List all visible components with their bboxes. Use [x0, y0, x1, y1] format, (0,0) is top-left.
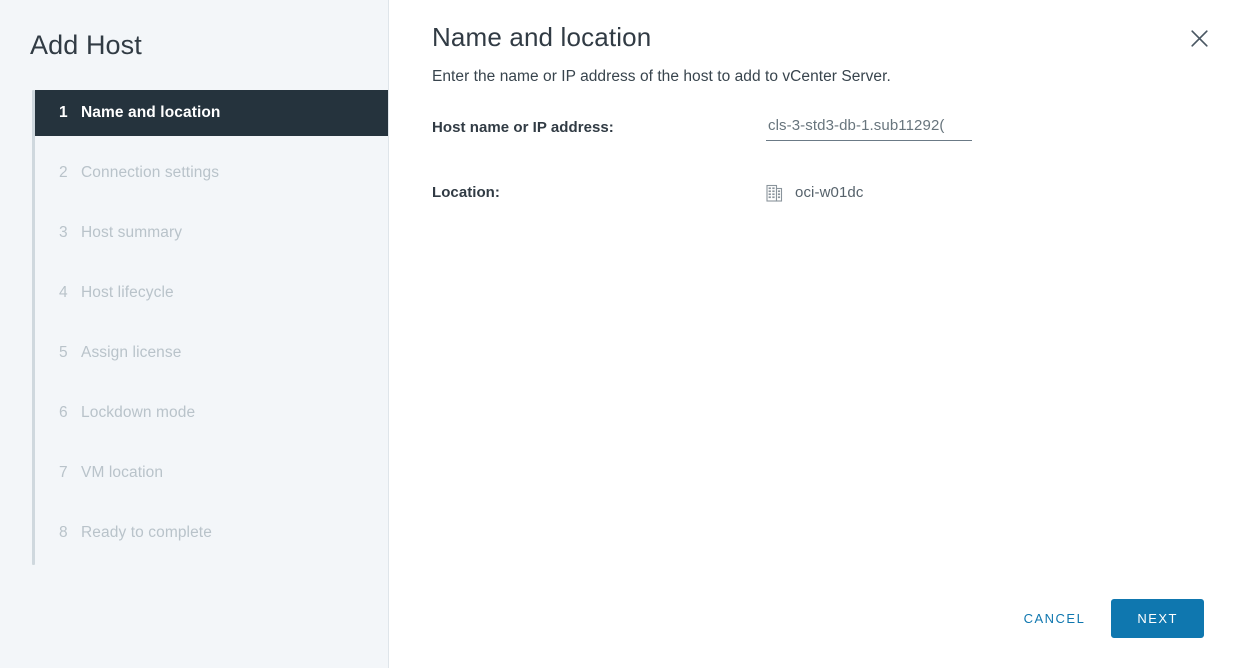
step-label: VM location	[81, 464, 164, 482]
step-number: 8	[59, 524, 68, 542]
step-number: 5	[59, 344, 68, 362]
wizard-title: Add Host	[30, 30, 142, 60]
sidebar-step-host-summary[interactable]: 3 Host summary	[35, 210, 388, 256]
sidebar-step-assign-license[interactable]: 5 Assign license	[35, 330, 388, 376]
datacenter-icon	[766, 183, 784, 203]
step-number: 2	[59, 164, 68, 182]
sidebar-step-ready-to-complete[interactable]: 8 Ready to complete	[35, 510, 388, 556]
page-title: Name and location	[432, 22, 652, 52]
next-button[interactable]: NEXT	[1111, 599, 1204, 638]
host-name-label: Host name or IP address:	[432, 119, 614, 137]
cancel-button[interactable]: CANCEL	[1006, 600, 1104, 637]
location-row: Location: oci-w01dc	[432, 179, 1238, 219]
sidebar-step-connection-settings[interactable]: 2 Connection settings	[35, 150, 388, 196]
name-and-location-form: Host name or IP address: Location:	[389, 86, 1238, 599]
wizard-footer: CANCEL NEXT	[389, 599, 1238, 668]
add-host-wizard: Add Host 1 Name and location 2 Connectio…	[0, 0, 1238, 668]
sidebar-step-host-lifecycle[interactable]: 4 Host lifecycle	[35, 270, 388, 316]
step-number: 3	[59, 224, 68, 242]
step-number: 4	[59, 284, 68, 302]
wizard-sidebar: Add Host 1 Name and location 2 Connectio…	[0, 0, 389, 668]
wizard-main-panel: Name and location Enter the name or IP a…	[389, 0, 1238, 668]
location-label: Location:	[432, 184, 500, 202]
step-number: 1	[59, 104, 68, 122]
step-number: 6	[59, 404, 68, 422]
step-number: 7	[59, 464, 68, 482]
step-label: Name and location	[81, 104, 221, 122]
step-label: Lockdown mode	[81, 404, 196, 422]
close-button[interactable]	[1182, 21, 1216, 55]
location-name: oci-w01dc	[795, 184, 864, 202]
step-label: Assign license	[81, 344, 182, 362]
host-name-input[interactable]	[766, 114, 972, 142]
sidebar-step-vm-location[interactable]: 7 VM location	[35, 450, 388, 496]
close-icon	[1190, 29, 1209, 48]
location-value: oci-w01dc	[766, 179, 863, 207]
step-label: Host summary	[81, 224, 183, 242]
panel-header: Name and location Enter the name or IP a…	[389, 0, 1238, 86]
panel-subtitle: Enter the name or IP address of the host…	[432, 68, 891, 86]
step-label: Connection settings	[81, 164, 220, 182]
host-name-row: Host name or IP address:	[432, 114, 1238, 154]
sidebar-step-name-and-location[interactable]: 1 Name and location	[35, 90, 388, 137]
host-name-control	[766, 114, 972, 142]
step-label: Host lifecycle	[81, 284, 174, 302]
wizard-step-list: 1 Name and location 2 Connection setting…	[0, 90, 388, 566]
step-label: Ready to complete	[81, 524, 212, 542]
sidebar-step-lockdown-mode[interactable]: 6 Lockdown mode	[35, 390, 388, 436]
